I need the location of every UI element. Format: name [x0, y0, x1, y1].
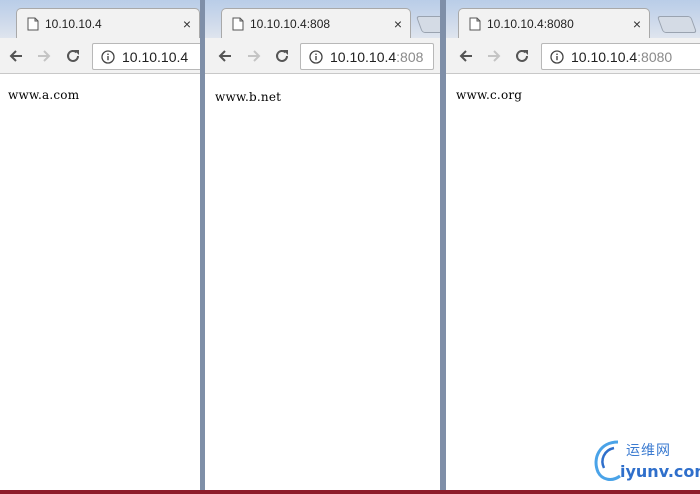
url-host: 10.10.10.4 [330, 48, 397, 65]
page-text: www.a.com [8, 88, 80, 102]
arrow-right-icon [248, 50, 261, 62]
tab-active[interactable]: 10.10.10.4 × [16, 8, 200, 38]
page-text: www.c.org [456, 88, 523, 102]
new-tab-button[interactable] [415, 16, 440, 33]
info-circle-icon[interactable] [550, 49, 564, 64]
back-button[interactable] [215, 46, 235, 66]
address-bar[interactable]: 10.10.10.4 :808 [300, 43, 434, 70]
back-button[interactable] [456, 46, 476, 66]
reload-button[interactable] [512, 46, 532, 66]
browser-window-2: 10.10.10.4:808 × 10.10.10.4:808 www.b.n… [205, 0, 440, 494]
reload-button[interactable] [63, 46, 83, 66]
reload-icon [516, 49, 528, 62]
url-port: :808 [396, 48, 424, 65]
page-content: www.b.net [205, 74, 440, 494]
address-bar[interactable]: 10.10.10.4 :8080 [541, 43, 700, 70]
arrow-left-icon [218, 50, 231, 62]
toolbar: 10.10.10.4 :808 [205, 38, 440, 74]
browser-window-1: 10.10.10.4 × 10.10.10.4 www.a.com [0, 0, 200, 494]
bottom-border [0, 490, 700, 494]
arrow-left-icon [9, 50, 22, 62]
reload-icon [276, 49, 288, 62]
url-port: :8080 [637, 48, 673, 65]
new-tab-button[interactable] [656, 16, 698, 33]
reload-button[interactable] [272, 46, 292, 66]
title-bar: 10.10.10.4:8080 × [446, 0, 700, 38]
watermark-site-text: iyunv.com [620, 462, 700, 481]
reload-icon [67, 49, 79, 62]
url-host: 10.10.10.4 [571, 48, 638, 65]
info-circle-icon[interactable] [101, 49, 115, 64]
forward-button[interactable] [34, 46, 54, 66]
page-icon [232, 17, 244, 30]
tab-title: 10.10.10.4:808 [250, 16, 331, 31]
forward-button[interactable] [244, 46, 264, 66]
title-bar: 10.10.10.4:808 × [205, 0, 440, 38]
arrow-right-icon [488, 50, 501, 62]
arrow-right-icon [38, 50, 51, 62]
close-icon[interactable]: × [629, 16, 645, 32]
toolbar: 10.10.10.4 [0, 38, 200, 74]
tab-active[interactable]: 10.10.10.4:808 × [221, 8, 411, 38]
toolbar: 10.10.10.4 :8080 [446, 38, 700, 74]
arrow-left-icon [459, 50, 472, 62]
tab-active[interactable]: 10.10.10.4:8080 × [458, 8, 650, 38]
watermark-cn-text: 运维网 [626, 443, 671, 459]
page-icon [469, 17, 481, 30]
browser-window-3: 10.10.10.4:8080 × 10.10.10.4:8080 www.c… [446, 0, 700, 494]
tab-title: 10.10.10.4 [45, 16, 102, 31]
close-icon[interactable]: × [179, 16, 195, 32]
info-circle-icon[interactable] [309, 49, 323, 64]
page-text: www.b.net [215, 90, 282, 104]
watermark-logo: 运维网 iyunv.com [588, 436, 700, 486]
title-bar: 10.10.10.4 × [0, 0, 200, 38]
url-host: 10.10.10.4 [122, 48, 189, 65]
page-content: www.c.org 运维网 iyunv.com [446, 74, 700, 494]
page-icon [27, 17, 39, 30]
close-icon[interactable]: × [390, 16, 406, 32]
address-bar[interactable]: 10.10.10.4 [92, 43, 200, 70]
back-button[interactable] [6, 46, 26, 66]
tab-title: 10.10.10.4:8080 [487, 16, 574, 31]
forward-button[interactable] [484, 46, 504, 66]
page-content: www.a.com [0, 74, 200, 494]
